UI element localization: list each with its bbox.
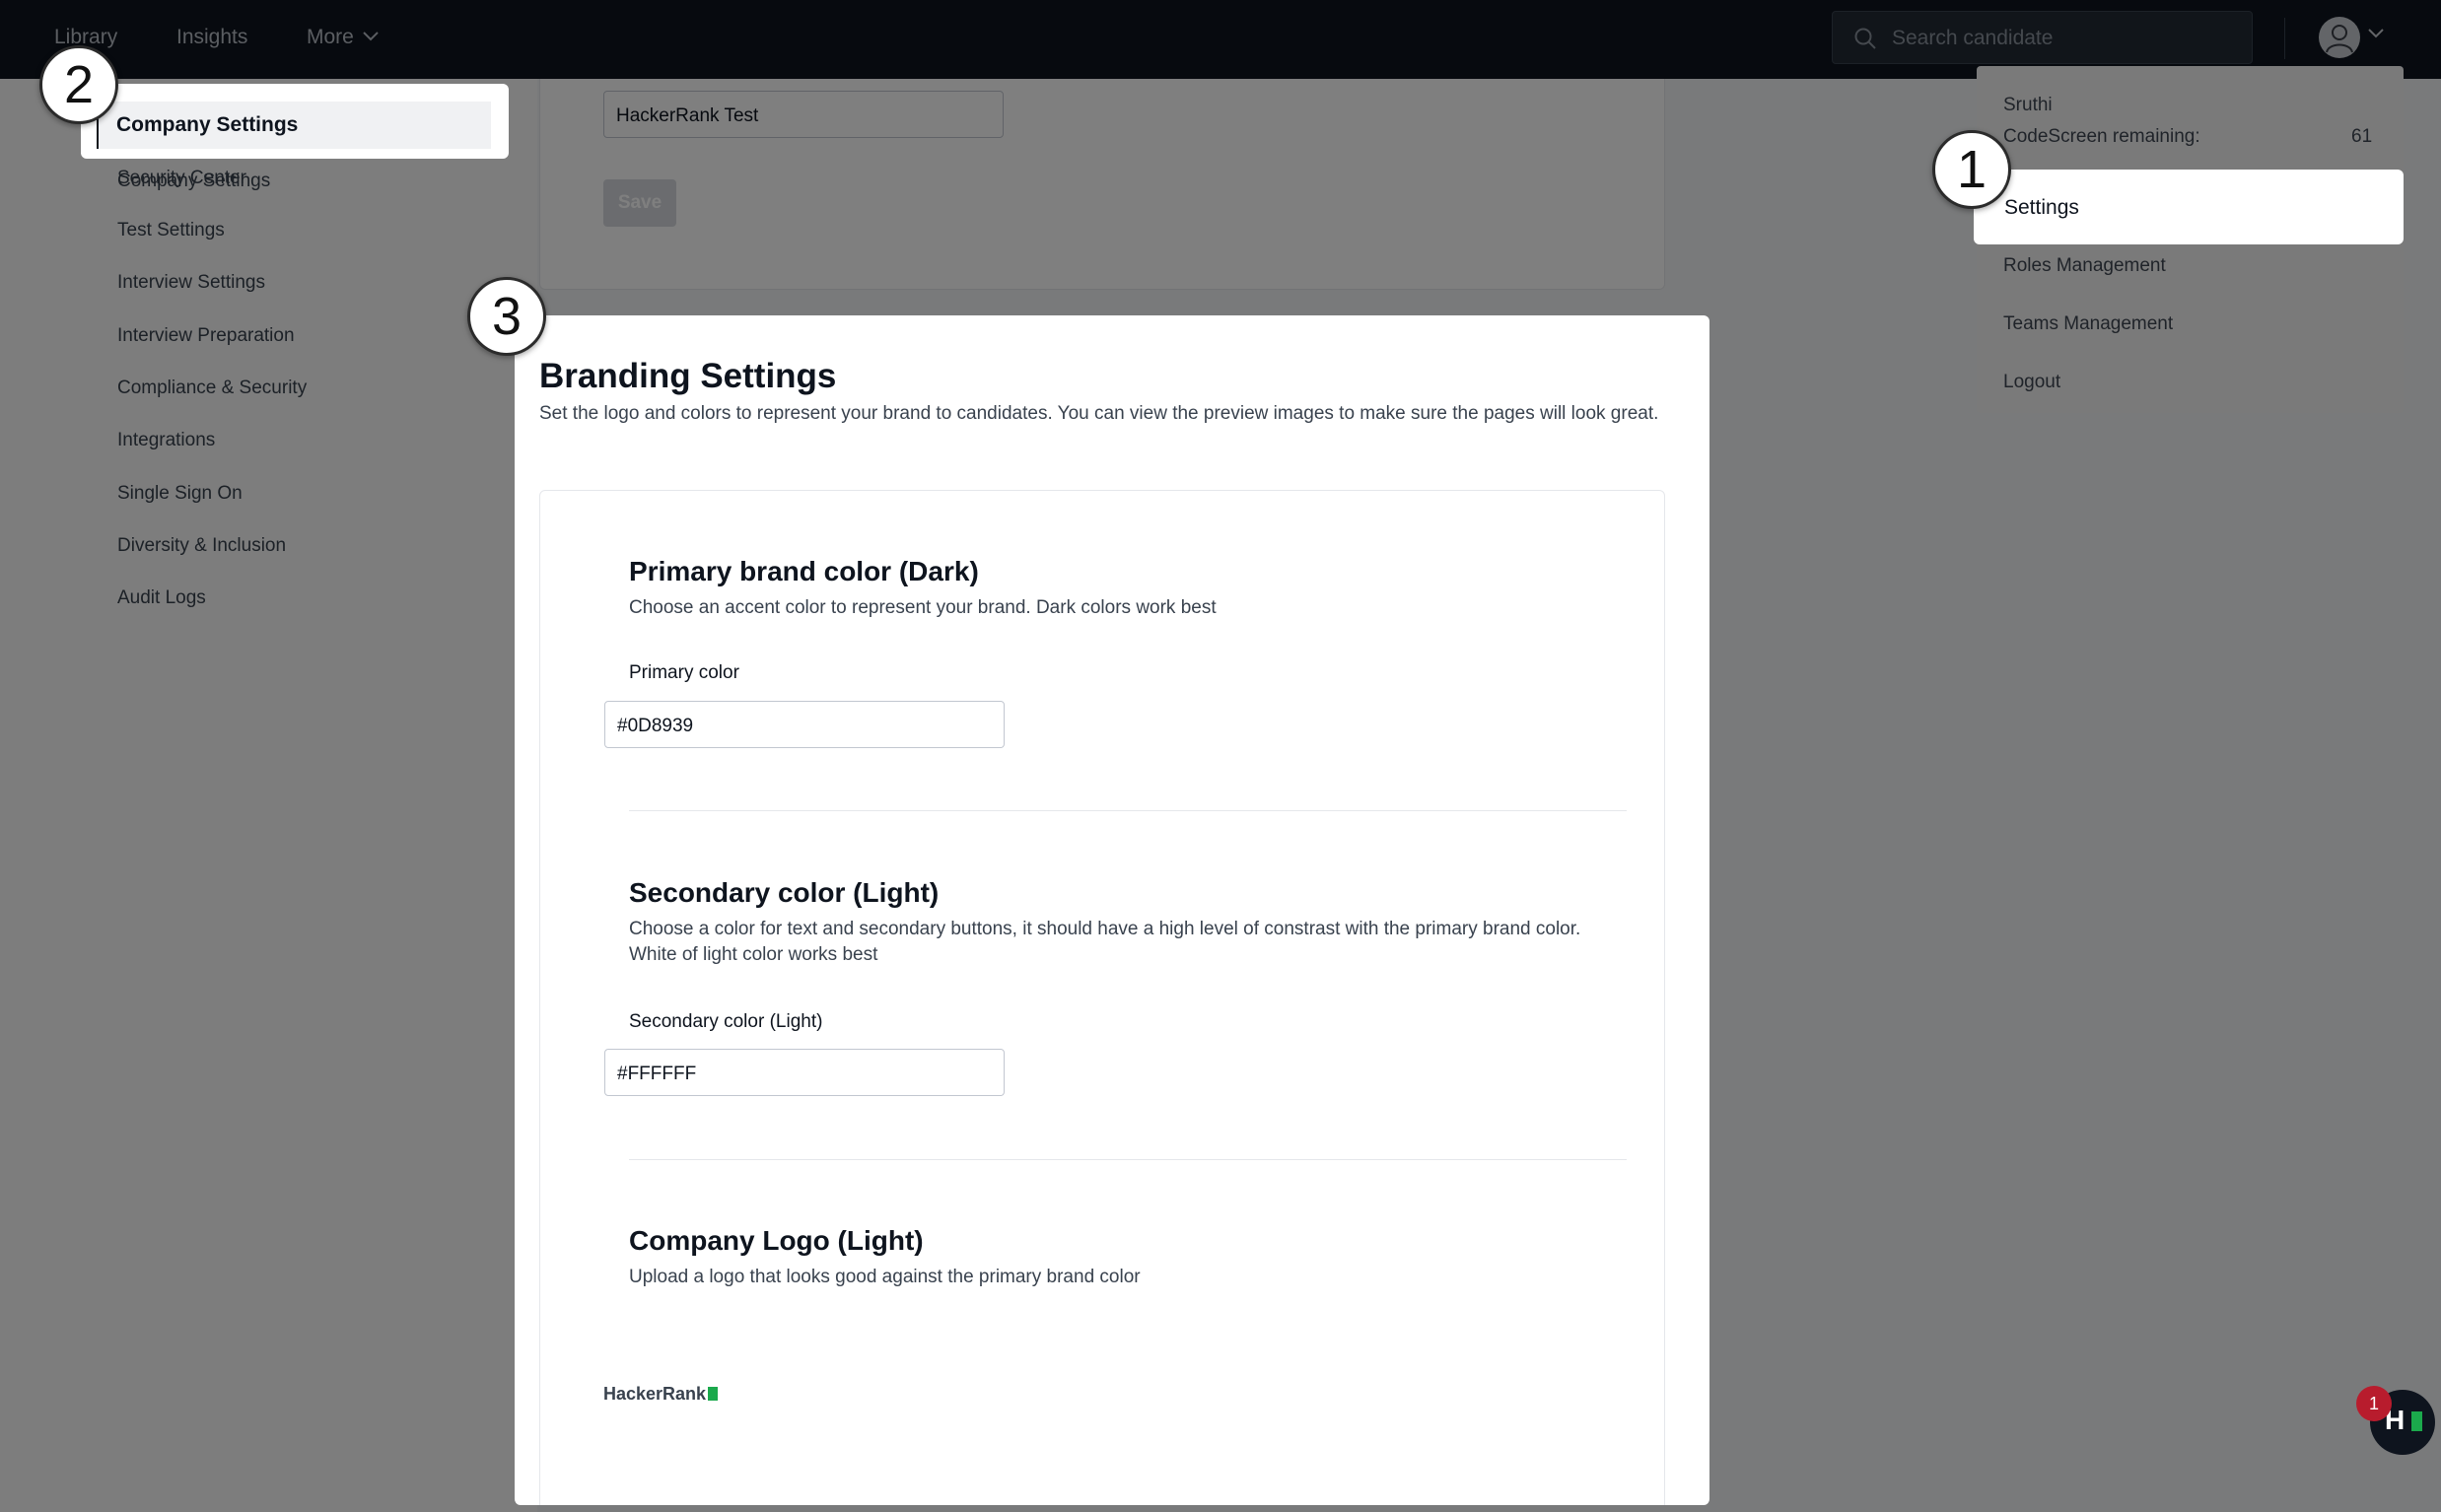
logo-preview-text: HackerRank	[603, 1384, 707, 1404]
logo-square-icon	[708, 1387, 719, 1401]
help-logo-icon	[2411, 1411, 2422, 1431]
branding-card: Primary brand color (Dark) Choose an acc…	[539, 490, 1665, 1505]
secondary-color-title: Secondary color (Light)	[629, 877, 940, 908]
menu-item-roles-management[interactable]: Roles Management	[2003, 255, 2166, 277]
primary-color-title: Primary brand color (Dark)	[629, 556, 979, 586]
step-badge-2: 2	[39, 45, 118, 124]
secondary-color-label: Secondary color (Light)	[629, 1011, 823, 1032]
page-title: Branding Settings	[539, 357, 837, 395]
sidebar-item-company-settings-active[interactable]: Company Settings	[97, 102, 491, 149]
primary-color-input[interactable]: #0D8939	[604, 701, 1005, 748]
step-badge-1: 1	[1932, 130, 2011, 209]
menu-item-settings[interactable]: Settings	[1974, 170, 2404, 244]
company-logo-desc: Upload a logo that looks good against th…	[629, 1267, 1141, 1287]
company-logo-title: Company Logo (Light)	[629, 1225, 924, 1256]
secondary-color-desc-2: White of light color works best	[629, 944, 878, 965]
menu-item-settings-label: Settings	[2004, 196, 2079, 219]
company-logo-preview: HackerRank	[603, 1384, 719, 1405]
secondary-color-desc: Choose a color for text and secondary bu…	[629, 919, 1581, 939]
menu-codescreen-value: 61	[2351, 126, 2373, 147]
sidebar-item-label: Company Settings	[116, 113, 299, 136]
primary-color-desc: Choose an accent color to represent your…	[629, 597, 1217, 618]
highlight-company-settings: Company Settings	[81, 84, 509, 159]
section-divider	[629, 1159, 1627, 1160]
branding-settings-panel: Branding Settings Set the logo and color…	[515, 315, 1709, 1505]
secondary-color-input[interactable]: #FFFFFF	[604, 1049, 1005, 1096]
menu-user-name: Sruthi	[2003, 95, 2053, 115]
step-badge-3: 3	[467, 277, 546, 356]
menu-item-logout[interactable]: Logout	[2003, 372, 2060, 393]
page-subtitle: Set the logo and colors to represent you…	[539, 403, 1659, 424]
section-divider	[629, 810, 1627, 811]
primary-color-label: Primary color	[629, 662, 739, 683]
menu-item-teams-management[interactable]: Teams Management	[2003, 313, 2173, 335]
menu-codescreen-label: CodeScreen remaining:	[2003, 126, 2200, 147]
notification-badge: 1	[2356, 1386, 2392, 1421]
